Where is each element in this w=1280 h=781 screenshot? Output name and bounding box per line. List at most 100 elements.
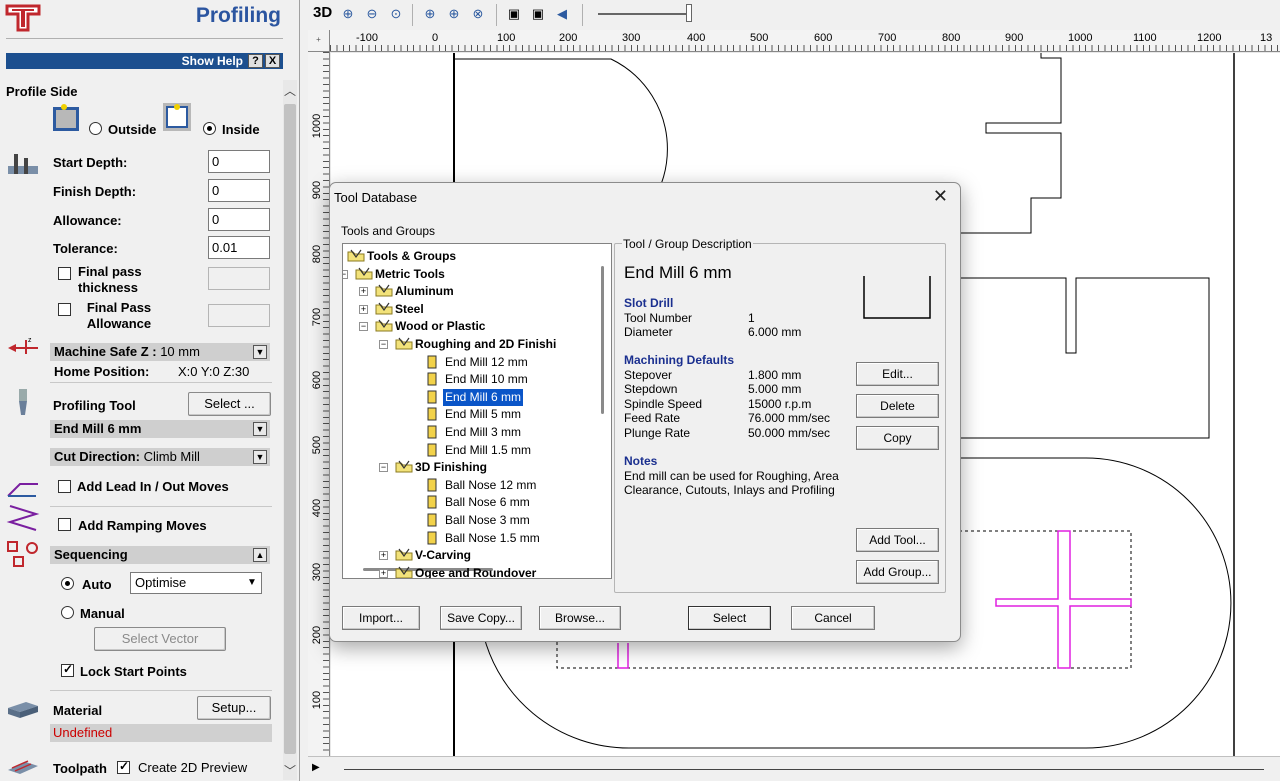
tree-group-item[interactable]: + V-Carving	[379, 547, 473, 564]
tree-item-label[interactable]: End Mill 10 mm	[443, 371, 530, 388]
tolerance-input[interactable]	[208, 236, 270, 259]
tool-name-bar[interactable]: End Mill 6 mm ▼	[50, 420, 270, 438]
combo-arrow-icon[interactable]: ▼	[244, 574, 260, 592]
expand-icon[interactable]: +	[379, 551, 388, 561]
outside-profile-icon[interactable]	[52, 102, 80, 132]
cut-direction-dropdown-icon[interactable]: ▼	[253, 450, 267, 464]
tree-group-item[interactable]: Tools & Groups	[347, 248, 458, 265]
show-help-label[interactable]: Show Help	[182, 54, 243, 68]
tree-group-item[interactable]: + Ogee and Roundover	[379, 565, 538, 578]
ruler-corner[interactable]: +	[308, 30, 330, 52]
show-help-bar[interactable]: Show Help ? X	[6, 53, 283, 69]
tool-tree[interactable]: Tools & Groups − Metric Tools + Aluminum + Ste…	[342, 243, 612, 579]
create-2d-preview-checkbox[interactable]	[117, 759, 130, 774]
final-pass-allowance-input[interactable]	[208, 304, 270, 327]
allowance-input[interactable]	[208, 208, 270, 231]
zoom-out-icon[interactable]: ⊖	[362, 4, 382, 24]
final-pass-thickness-checkbox[interactable]	[58, 267, 71, 280]
transparency-slider-track[interactable]	[598, 13, 690, 15]
scroll-down-icon[interactable]: ﹀	[283, 764, 297, 778]
final-pass-allowance-checkbox[interactable]	[58, 303, 71, 316]
collapse-icon[interactable]: −	[343, 269, 348, 279]
close-icon[interactable]: ✕	[933, 186, 948, 207]
tree-item-label[interactable]: End Mill 5 mm	[443, 406, 523, 423]
tree-item-label[interactable]: Ball Nose 3 mm	[443, 512, 532, 529]
tree-tool-item[interactable]: End Mill 3 mm	[427, 424, 523, 441]
add-tool-button[interactable]: Add Tool...	[856, 528, 939, 552]
tree-group-item[interactable]: − Roughing and 2D Finishi	[379, 336, 558, 353]
scroll-up-icon[interactable]: ︿	[283, 84, 297, 98]
tree-group-item[interactable]: + Aluminum	[359, 283, 456, 300]
manual-radio[interactable]	[61, 606, 74, 619]
sequencing-bar[interactable]: Sequencing ▲	[50, 546, 270, 564]
tree-item-label[interactable]: Aluminum	[393, 283, 456, 300]
sequencing-combo[interactable]: Optimise ▼	[130, 572, 262, 594]
sequencing-collapse-icon[interactable]: ▲	[253, 548, 267, 562]
zoom-in-icon[interactable]: ⊕	[338, 4, 358, 24]
copy-button[interactable]: Copy	[856, 426, 939, 450]
lead-in-out-checkbox[interactable]	[58, 480, 71, 493]
auto-radio[interactable]	[61, 577, 74, 590]
select-button[interactable]: Select	[688, 606, 771, 630]
tree-item-label[interactable]: End Mill 1.5 mm	[443, 442, 533, 459]
select-vector-button[interactable]: Select Vector	[94, 627, 226, 651]
safe-z-dropdown-icon[interactable]: ▼	[253, 345, 267, 359]
3d-view-button[interactable]: 3D	[313, 4, 332, 21]
tree-item-label[interactable]: End Mill 6 mm	[441, 387, 525, 407]
collapse-icon[interactable]: −	[379, 463, 388, 473]
collapse-icon[interactable]: −	[359, 322, 368, 332]
tree-tool-item[interactable]: End Mill 12 mm	[427, 354, 530, 371]
outside-radio[interactable]	[89, 122, 102, 135]
tree-item-label[interactable]: Steel	[393, 301, 426, 318]
help-question-button[interactable]: ?	[248, 54, 263, 68]
cancel-button[interactable]: Cancel	[791, 606, 875, 630]
tree-item-label[interactable]: Ball Nose 12 mm	[443, 477, 538, 494]
tree-group-item[interactable]: − Metric Tools	[343, 266, 447, 283]
final-pass-thickness-input[interactable]	[208, 267, 270, 290]
edit-button[interactable]: Edit...	[856, 362, 939, 386]
select-tool-button[interactable]: Select ...	[188, 392, 271, 416]
import-button[interactable]: Import...	[342, 606, 420, 630]
save-copy-button[interactable]: Save Copy...	[440, 606, 522, 630]
tree-item-label[interactable]: End Mill 3 mm	[443, 424, 523, 441]
expand-icon[interactable]: +	[379, 568, 388, 578]
inside-radio[interactable]	[203, 122, 216, 135]
material-setup-button[interactable]: Setup...	[197, 696, 271, 720]
canvas-horizontal-scrollbar[interactable]: ▶	[308, 756, 1280, 781]
tree-item-label[interactable]: End Mill 12 mm	[443, 354, 530, 371]
tree-tool-item[interactable]: End Mill 5 mm	[427, 406, 523, 423]
zoom-extents-icon[interactable]: ⊕	[420, 4, 440, 24]
help-close-button[interactable]: X	[265, 54, 280, 68]
tree-group-item[interactable]: − 3D Finishing	[379, 459, 489, 476]
tree-tool-item[interactable]: Ball Nose 6 mm	[427, 494, 532, 511]
tree-tool-item[interactable]: Ball Nose 12 mm	[427, 477, 538, 494]
layer-back-icon[interactable]: ▣	[528, 4, 548, 24]
tree-item-label[interactable]: Roughing and 2D Finishi	[413, 336, 558, 353]
tree-tool-item[interactable]: End Mill 1.5 mm	[427, 442, 533, 459]
tree-item-label[interactable]: Metric Tools	[373, 266, 447, 283]
tree-item-label[interactable]: Ogee and Roundover	[413, 565, 538, 578]
lock-start-points-checkbox[interactable]	[61, 662, 74, 677]
start-depth-input[interactable]	[208, 150, 270, 173]
tree-item-label[interactable]: 3D Finishing	[413, 459, 489, 476]
zoom-previous-icon[interactable]: ⊗	[468, 4, 488, 24]
tree-group-item[interactable]: − Wood or Plastic	[359, 318, 487, 335]
inside-profile-icon[interactable]	[162, 100, 192, 132]
zoom-box-icon[interactable]: ⊙	[386, 4, 406, 24]
layer-front-icon[interactable]: ▣	[504, 4, 524, 24]
tree-item-label[interactable]: V-Carving	[413, 547, 473, 564]
cut-direction-bar[interactable]: Cut Direction: Climb Mill ▼	[50, 448, 270, 466]
tree-item-label[interactable]: Wood or Plastic	[393, 318, 487, 335]
tree-group-item[interactable]: + Steel	[359, 301, 426, 318]
scroll-right-icon[interactable]: ▶	[312, 762, 320, 773]
expand-icon[interactable]: +	[359, 287, 368, 297]
zoom-selection-icon[interactable]: ⊕	[444, 4, 464, 24]
tree-item-label[interactable]: Tools & Groups	[365, 248, 458, 265]
tree-tool-item[interactable]: End Mill 6 mm	[427, 387, 525, 407]
finish-depth-input[interactable]	[208, 179, 270, 202]
tree-tool-item[interactable]: Ball Nose 1.5 mm	[427, 530, 542, 547]
browse-button[interactable]: Browse...	[539, 606, 621, 630]
transparency-slider-handle[interactable]	[686, 4, 692, 22]
tree-item-label[interactable]: Ball Nose 6 mm	[443, 494, 532, 511]
ramping-checkbox[interactable]	[58, 518, 71, 531]
